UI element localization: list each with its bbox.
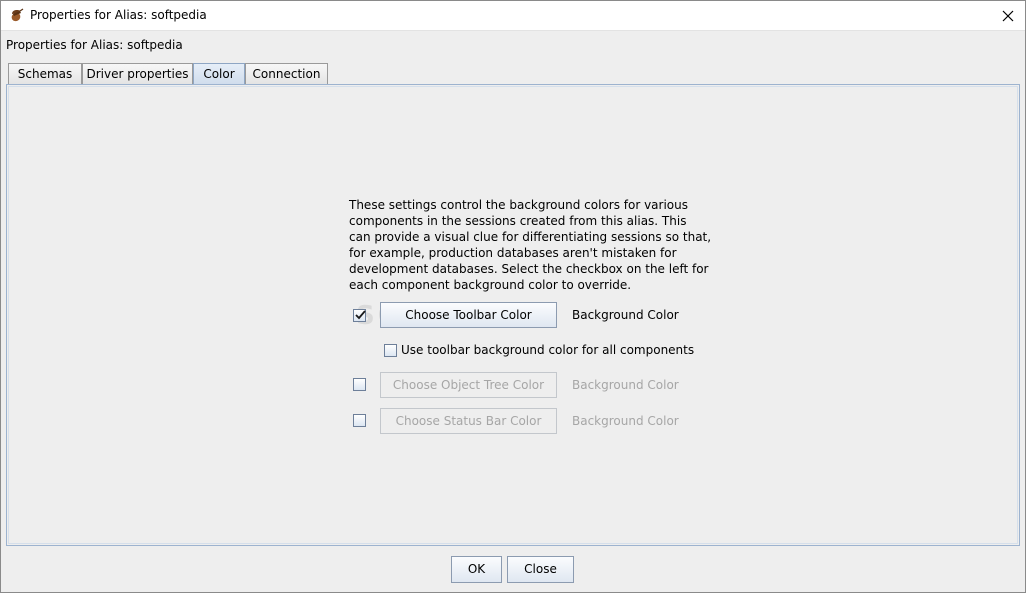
description-line: These settings control the background co… bbox=[349, 198, 688, 212]
acorn-app-icon bbox=[9, 7, 25, 23]
choose-status-bar-color-button[interactable]: Choose Status Bar Color bbox=[380, 408, 557, 434]
tab-schemas[interactable]: Schemas bbox=[8, 63, 82, 84]
tab-driver-properties[interactable]: Driver properties bbox=[82, 63, 193, 84]
checkmark-icon bbox=[355, 310, 366, 320]
ok-button[interactable]: OK bbox=[451, 556, 502, 583]
toolbar-background-color-label: Background Color bbox=[572, 308, 679, 322]
status-bar-background-color-label: Background Color bbox=[572, 414, 679, 428]
description-line: each component background color to overr… bbox=[349, 278, 632, 292]
use-toolbar-color-all-label: Use toolbar background color for all com… bbox=[401, 343, 695, 357]
tab-color[interactable]: Color bbox=[193, 63, 245, 85]
status-bar-color-checkbox[interactable] bbox=[353, 414, 366, 427]
toolbar-color-checkbox[interactable] bbox=[353, 309, 366, 322]
description-line: for example, production databases aren't… bbox=[349, 246, 677, 260]
object-tree-background-color-label: Background Color bbox=[572, 378, 679, 392]
use-toolbar-color-all-checkbox[interactable] bbox=[384, 344, 397, 357]
close-window-button[interactable] bbox=[990, 0, 1026, 31]
window-title: Properties for Alias: softpedia bbox=[30, 8, 207, 22]
header-label: Properties for Alias: softpedia bbox=[6, 38, 183, 52]
color-description: These settings control the background co… bbox=[349, 197, 712, 293]
description-line: development databases. Select the checkb… bbox=[349, 262, 709, 276]
choose-toolbar-color-button[interactable]: Choose Toolbar Color bbox=[380, 302, 557, 328]
description-line: can provide a visual clue for differenti… bbox=[349, 230, 712, 244]
description-line: components in the sessions created from … bbox=[349, 214, 687, 228]
close-icon bbox=[1002, 10, 1014, 21]
close-button[interactable]: Close bbox=[507, 556, 574, 583]
title-bar: Properties for Alias: softpedia bbox=[0, 0, 1026, 31]
object-tree-color-checkbox[interactable] bbox=[353, 378, 366, 391]
tab-connection[interactable]: Connection bbox=[245, 63, 328, 84]
choose-object-tree-color-button[interactable]: Choose Object Tree Color bbox=[380, 372, 557, 398]
